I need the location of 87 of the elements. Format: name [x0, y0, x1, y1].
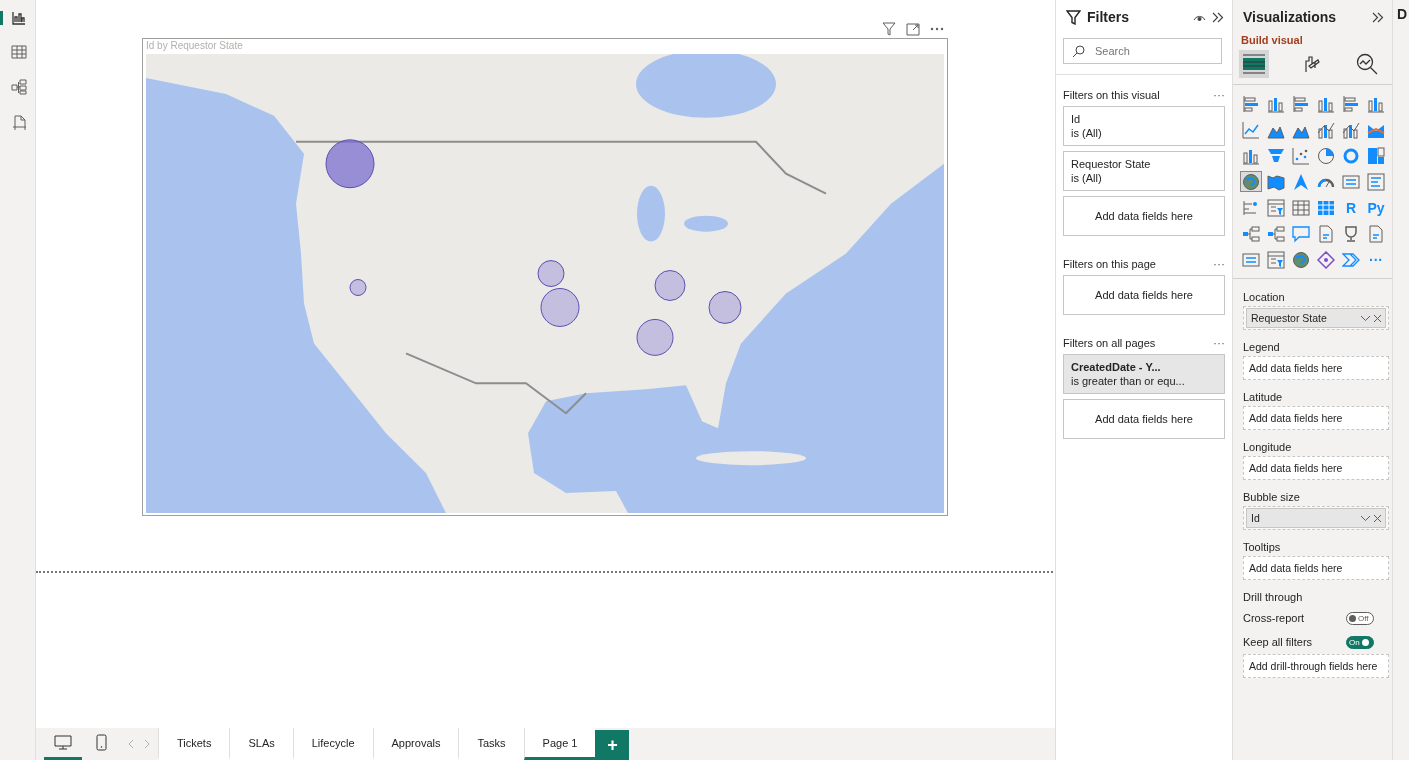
filter-list-icon[interactable] [1265, 249, 1287, 270]
scatter-chart-icon[interactable] [1290, 145, 1312, 166]
field-chip[interactable]: Id [1246, 508, 1386, 528]
monitor-icon [54, 735, 72, 750]
speech-bubble-icon[interactable] [1290, 223, 1312, 244]
filter-condition: is (All) [1071, 172, 1103, 184]
search-field[interactable]: Search [1063, 38, 1222, 64]
collapse-icon[interactable] [1372, 11, 1384, 23]
add-page-button[interactable]: + [595, 730, 630, 760]
filter-field: CreatedDate - Y... [1071, 361, 1217, 373]
collapse-icon[interactable] [1212, 11, 1224, 23]
tree-icon[interactable] [1240, 223, 1262, 244]
chevron-down-icon[interactable] [1361, 515, 1370, 521]
page-tab[interactable]: Tickets [158, 728, 230, 760]
section-heading: Filters on this visual [1063, 89, 1160, 101]
filter-icon[interactable] [882, 22, 896, 36]
filter-card[interactable]: Id is (All) [1063, 106, 1225, 146]
section-heading: Build visual [1240, 34, 1304, 46]
well-label: Location [1243, 290, 1286, 305]
well-label: Longitude [1243, 440, 1293, 455]
drop-zone[interactable]: Add drill-through fields here [1243, 654, 1389, 678]
drop-zone[interactable]: Add data fields here [1243, 556, 1389, 580]
model-icon[interactable] [11, 79, 27, 95]
field-name: Requestor State [1251, 312, 1328, 324]
fields-icon [1242, 54, 1266, 74]
page-tab[interactable]: SLAs [229, 728, 293, 760]
toggle-label: Cross-report [1243, 612, 1305, 624]
pane-title: Filters [1087, 9, 1130, 25]
next-icon[interactable] [144, 740, 150, 748]
page-tab[interactable]: Approvals [372, 728, 459, 760]
pane-title[interactable]: D [1397, 6, 1408, 22]
filter-field: Requestor State [1071, 158, 1217, 170]
report-icon[interactable] [12, 11, 26, 25]
previous-icon[interactable] [128, 740, 134, 748]
close-icon[interactable] [1374, 514, 1381, 522]
document-icon[interactable] [11, 115, 27, 131]
field-chip[interactable]: Requestor State [1246, 308, 1386, 328]
search-icon [1072, 45, 1085, 58]
toggle-switch[interactable]: On [1346, 635, 1374, 649]
filter-card[interactable]: CreatedDate - Y... is greater than or equ... [1063, 354, 1225, 394]
toggle-switch[interactable]: Off [1346, 611, 1374, 625]
filter-icon [1066, 9, 1081, 25]
more-options[interactable]: ··· [1213, 336, 1225, 350]
well-label: Bubble size [1243, 490, 1301, 505]
page-tab[interactable]: Tasks [458, 728, 524, 760]
magnifier-icon [1356, 53, 1378, 75]
close-icon[interactable] [1374, 314, 1381, 322]
well-label: Legend [1243, 340, 1281, 355]
filter-field: Id [1071, 113, 1217, 125]
expand-icon[interactable] [906, 22, 920, 36]
well-label: Latitude [1243, 390, 1284, 405]
page-tab[interactable]: Lifecycle [292, 728, 373, 760]
phone-icon [95, 734, 107, 751]
list-icon[interactable] [1365, 171, 1387, 192]
fields-tab[interactable] [1239, 50, 1269, 78]
table-icon[interactable] [1290, 197, 1312, 218]
pane-title: Visualizations [1243, 9, 1338, 25]
well-label: Tooltips [1243, 540, 1282, 555]
more-options[interactable]: ··· [1213, 257, 1225, 271]
section-heading: Filters on all pages [1063, 337, 1156, 349]
section-heading: Drill through [1243, 590, 1304, 605]
chevron-down-icon[interactable] [1361, 315, 1370, 321]
drop-zone[interactable]: Add data fields here [1063, 196, 1225, 236]
drop-zone[interactable]: Add data fields here [1063, 399, 1225, 439]
filter-list-icon[interactable] [1265, 197, 1287, 218]
filter-condition: is (All) [1071, 127, 1103, 139]
drop-zone[interactable]: Add data fields here [1243, 356, 1389, 380]
pie-chart-icon[interactable] [1315, 145, 1337, 166]
line-chart-icon[interactable] [1240, 119, 1262, 140]
toggle-label: Keep all filters [1243, 636, 1313, 648]
drop-zone[interactable]: Add data fields here [1243, 456, 1389, 480]
drop-zone[interactable]: Add data fields here [1243, 406, 1389, 430]
more-options[interactable]: ··· [1213, 88, 1225, 102]
visual-title: Id by Requestor State [146, 39, 243, 53]
field-name: Id [1251, 512, 1261, 524]
filter-card[interactable]: Requestor State is (All) [1063, 151, 1225, 191]
diamond-icon[interactable] [1315, 249, 1337, 270]
filter-condition: is greater than or equ... [1071, 375, 1186, 387]
globe-icon[interactable] [1240, 171, 1262, 192]
section-heading: Filters on this page [1063, 258, 1156, 270]
globe-icon[interactable] [1290, 249, 1312, 270]
page-tab[interactable]: Page 1 [523, 728, 596, 760]
drop-zone[interactable]: Add data fields here [1063, 275, 1225, 315]
treemap-icon[interactable] [1365, 145, 1387, 166]
tree-icon[interactable] [1265, 223, 1287, 244]
table-icon[interactable] [11, 45, 27, 59]
more-icon[interactable] [930, 27, 944, 31]
